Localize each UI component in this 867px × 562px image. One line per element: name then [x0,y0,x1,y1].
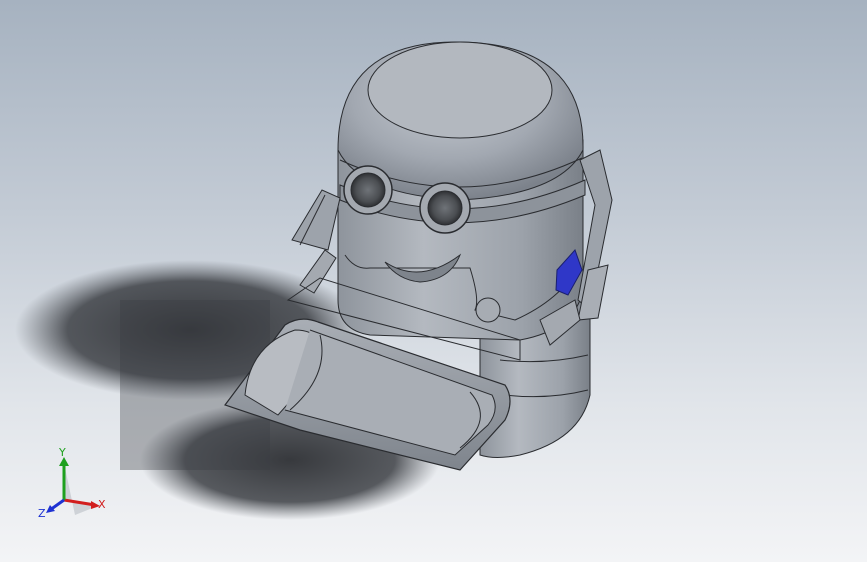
x-axis-label: X [98,498,106,511]
z-axis-icon [46,498,65,513]
z-axis-label: Z [38,507,46,520]
side-button[interactable] [475,297,501,323]
right-goggle[interactable] [419,182,471,234]
coordinate-triad: X Y Z [38,446,106,520]
graphics-viewport[interactable]: X Y Z [0,0,867,562]
y-axis-label: Y [58,446,66,459]
left-goggle[interactable] [343,165,393,215]
left-arm[interactable] [291,189,341,251]
model-canvas[interactable] [0,0,867,562]
